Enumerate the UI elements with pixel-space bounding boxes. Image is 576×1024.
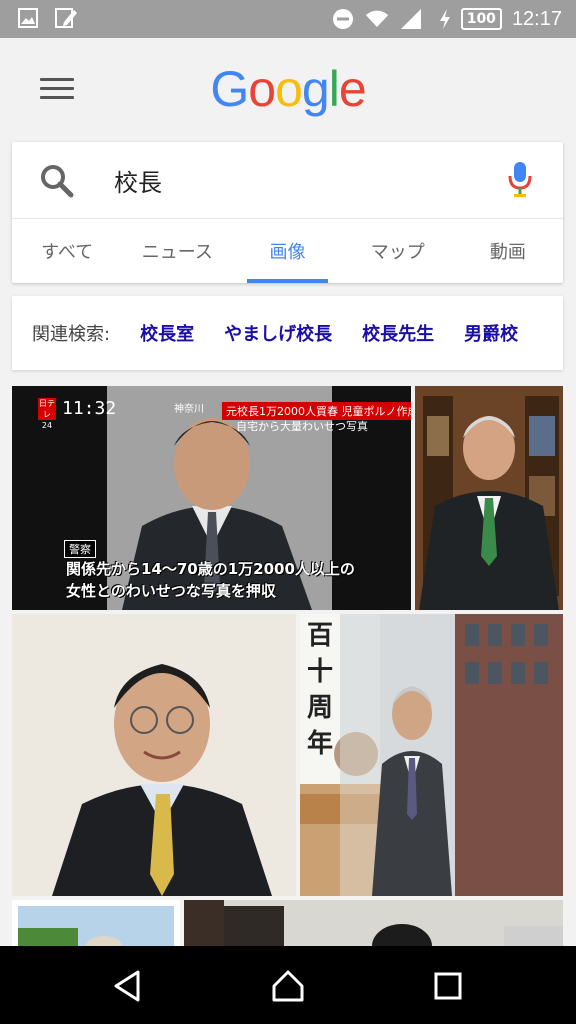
image-result-partial-left[interactable] (12, 900, 180, 946)
related-chip[interactable]: 校長先生 (362, 320, 434, 346)
caption-line-2: 女性とのわいせつな写真を押収 (66, 582, 276, 600)
broadcast-location: 神奈川 (174, 404, 204, 415)
channel-logo: 日テレ 24 (38, 398, 56, 430)
logo-letter: G (210, 61, 249, 117)
related-chip[interactable]: 男爵校 (464, 320, 518, 346)
tab-maps[interactable]: マップ (343, 219, 453, 283)
search-input[interactable] (114, 164, 474, 196)
edit-icon (54, 6, 78, 30)
search-icon[interactable] (38, 162, 76, 200)
recent-apps-icon[interactable] (430, 968, 466, 1004)
search-box: すべて ニュース 画像 マップ 動画 (12, 142, 563, 283)
tab-news[interactable]: ニュース (122, 219, 232, 283)
sign-char: 百 (306, 621, 333, 651)
tab-all[interactable]: すべて (12, 219, 122, 283)
image-result-man-with-sign[interactable]: 百 十 周 年 (300, 614, 563, 896)
search-tabs: すべて ニュース 画像 マップ 動画 (12, 218, 563, 283)
logo-letter: g (301, 61, 330, 117)
sign-char: 周 (306, 693, 333, 723)
header: Google (0, 38, 576, 142)
image-icon (16, 6, 40, 30)
related-chip[interactable]: 校長室 (140, 320, 194, 346)
navigation-bar (0, 946, 576, 1024)
logo-letter: o (275, 61, 303, 117)
battery-level: 100 (460, 8, 502, 30)
anniversary-sign: 百 十 周 年 (302, 618, 338, 762)
caption-line-1: 関係先から14〜70歳の1万2000人以上の (66, 560, 355, 578)
charging-icon (433, 7, 457, 31)
related-searches-label: 関連検索: (32, 324, 111, 345)
image-result-news-broadcast[interactable]: 日テレ 24 11:32 神奈川 元校長1万2000人買春 児童ポルノ作成 自宅… (12, 386, 411, 610)
dnd-icon (331, 7, 355, 31)
logo-letter: e (338, 61, 367, 117)
image-result-partial-right[interactable] (184, 900, 563, 946)
image-result-portrait-library[interactable] (415, 386, 563, 610)
wifi-icon (365, 7, 389, 31)
battery-indicator: 100 (433, 7, 502, 31)
broadcast-time: 11:32 (62, 398, 117, 419)
logo-letter: o (248, 61, 276, 117)
search-row (12, 142, 563, 218)
home-icon[interactable] (270, 968, 306, 1004)
caption-tag: 警察 (64, 540, 96, 558)
tab-videos[interactable]: 動画 (453, 219, 563, 283)
signal-icon (399, 7, 423, 31)
google-logo[interactable]: Google (0, 60, 576, 118)
related-chip[interactable]: やましげ校長 (224, 320, 332, 346)
sign-char: 年 (306, 729, 333, 759)
tab-images[interactable]: 画像 (232, 219, 342, 283)
status-bar: 100 12:17 (0, 0, 576, 38)
microphone-icon[interactable] (507, 160, 533, 200)
back-icon[interactable] (110, 968, 146, 1004)
clock: 12:17 (511, 7, 562, 30)
image-result-portrait-smiling[interactable] (12, 614, 296, 896)
sign-char: 十 (306, 657, 333, 687)
broadcast-subheadline: 自宅から大量わいせつ写真 (236, 420, 368, 433)
logo-letter: l (328, 61, 340, 117)
related-searches: 関連検索: 校長室 やましげ校長 校長先生 男爵校 (12, 296, 563, 370)
